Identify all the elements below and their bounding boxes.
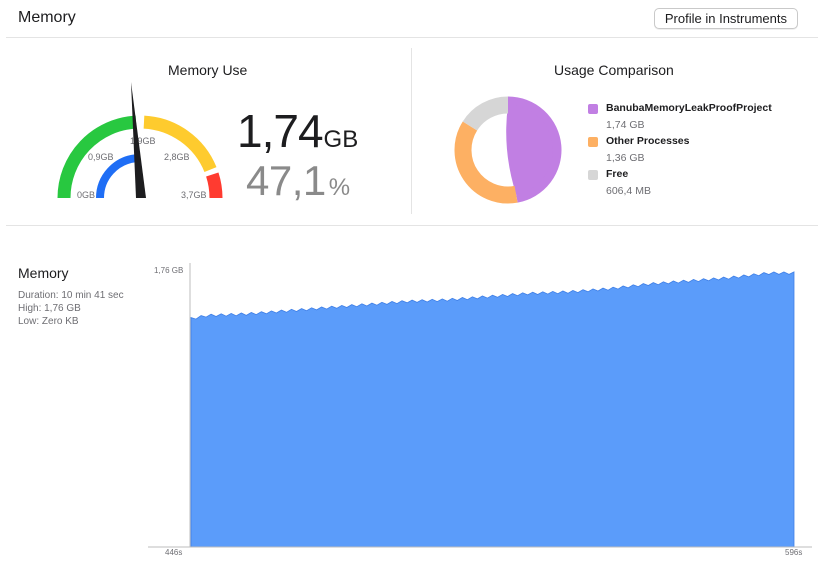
section-divider xyxy=(6,225,818,226)
legend-swatch-project xyxy=(588,104,598,114)
memory-low: Low: Zero KB xyxy=(18,316,79,327)
memory-use-title: Memory Use xyxy=(168,62,248,78)
memory-high: High: 1,76 GB xyxy=(18,303,81,314)
profile-in-instruments-button[interactable]: Profile in Instruments xyxy=(653,8,798,29)
memory-gauge: 0GB 0,9GB 1,9GB 2,8GB 3,7GB xyxy=(57,82,223,200)
legend-value-other: 1,36 GB xyxy=(606,152,645,164)
legend-swatch-free xyxy=(588,170,598,180)
memory-value-number: 1,74 xyxy=(237,105,324,157)
gauge-label-4: 3,7GB xyxy=(181,190,207,200)
donut-slice-free xyxy=(462,96,509,131)
gauge-red-arc xyxy=(206,172,223,199)
memory-value-unit: GB xyxy=(323,126,359,153)
header-divider xyxy=(6,37,818,38)
usage-donut-chart xyxy=(454,96,562,204)
gauge-label-3: 2,8GB xyxy=(164,152,190,162)
memory-duration: Duration: 10 min 41 sec xyxy=(18,290,124,301)
legend-swatch-other xyxy=(588,137,598,147)
gauge-label-1: 0,9GB xyxy=(88,152,114,162)
memory-use-percent: 47,1% xyxy=(246,157,350,212)
legend-name-free: Free xyxy=(606,168,629,180)
memory-percent-sign: % xyxy=(328,174,350,201)
header-bar: Memory Profile in Instruments xyxy=(0,0,820,38)
chart-x-end-label: 596s xyxy=(785,548,802,557)
memory-area-series xyxy=(190,271,795,548)
legend-name-other: Other Processes xyxy=(606,135,690,147)
page-title: Memory xyxy=(18,9,76,26)
legend-value-free: 606,4 MB xyxy=(606,185,651,197)
legend-value-project: 1,74 GB xyxy=(606,119,645,131)
gauge-label-0: 0GB xyxy=(77,190,95,200)
memory-percent-number: 47,1 xyxy=(246,157,326,204)
usage-comparison-title: Usage Comparison xyxy=(554,62,674,78)
chart-y-max-label: 1,76 GB xyxy=(154,266,183,275)
gauge-usage-arc xyxy=(96,154,137,199)
legend-name-project: BanubaMemoryLeakProofProject xyxy=(606,102,772,114)
memory-chart-title: Memory xyxy=(18,265,69,281)
panel-divider xyxy=(411,48,412,214)
chart-x-start-label: 446s xyxy=(165,548,182,557)
